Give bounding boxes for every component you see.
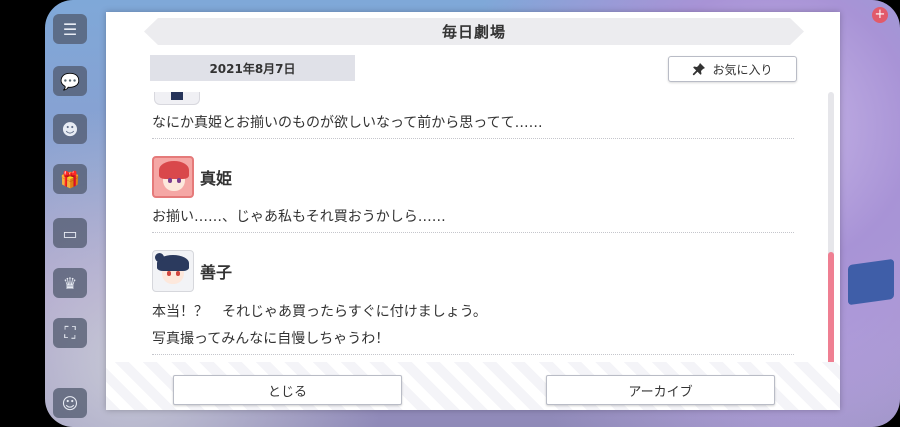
archive-button[interactable]: アーカイブ bbox=[546, 375, 775, 405]
dialogue-line: なにか真姫とお揃いのものが欲しいなって前から思ってて…… bbox=[152, 115, 543, 131]
screen-icon[interactable]: ▭ bbox=[53, 218, 87, 248]
trophy-icon[interactable]: ♛ bbox=[53, 268, 87, 298]
menu-icon[interactable]: ☰ bbox=[53, 14, 87, 44]
avatar-yoshiko bbox=[152, 250, 194, 292]
close-button[interactable]: とじる bbox=[173, 375, 402, 405]
favorite-label: お気に入り bbox=[712, 62, 773, 77]
speaker-name: 善子 bbox=[200, 263, 233, 282]
divider bbox=[152, 138, 794, 139]
fullscreen-icon[interactable]: ⛶ bbox=[53, 318, 87, 348]
favorite-button[interactable]: お気に入り bbox=[668, 56, 797, 82]
speaker-row-maki: 真姫 bbox=[152, 156, 232, 198]
dialog-footer: とじる アーカイブ bbox=[106, 362, 840, 410]
scrollbar[interactable] bbox=[828, 92, 834, 367]
dialogue-scroll-area[interactable]: なにか真姫とお揃いのものが欲しいなって前から思ってて…… 真姫 お揃い……、じゃ… bbox=[144, 92, 800, 360]
profile-icon[interactable]: ☺ bbox=[53, 388, 87, 418]
divider bbox=[152, 354, 794, 355]
side-tag[interactable] bbox=[848, 258, 894, 306]
left-menu-rail: ☰ 💬 ☻ 🎁 ▭ ♛ ⛶ ☺ bbox=[50, 8, 92, 418]
avatar-maki bbox=[152, 156, 194, 198]
date-label: 2021年8月7日 bbox=[150, 55, 355, 81]
dialogue-line: お揃い……、じゃあ私もそれ買おうかしら…… bbox=[152, 209, 446, 225]
right-side-decor: + bbox=[840, 0, 900, 427]
speaker-row-yoshiko: 善子 bbox=[152, 250, 232, 292]
dialog-title: 毎日劇場 bbox=[144, 18, 804, 45]
scrollbar-thumb[interactable] bbox=[828, 252, 834, 367]
chat-icon[interactable]: 💬 bbox=[53, 66, 87, 96]
dialogue-line: 写真撮ってみんなに自慢しちゃうわ！ bbox=[152, 331, 390, 347]
plus-icon[interactable]: + bbox=[872, 7, 888, 23]
dialogue-line: 本当！？ それじゃあ買ったらすぐに付けましょう。 bbox=[152, 304, 487, 320]
pin-icon bbox=[693, 63, 706, 76]
speaker-name: 真姫 bbox=[200, 169, 233, 188]
avatar-peek bbox=[154, 92, 200, 105]
daily-theater-dialog: 毎日劇場 2021年8月7日 お気に入り なにか真姫とお揃いのものが欲しいなって… bbox=[106, 12, 840, 410]
divider bbox=[152, 232, 794, 233]
gift-icon[interactable]: 🎁 bbox=[53, 164, 87, 194]
character-icon[interactable]: ☻ bbox=[53, 114, 87, 144]
